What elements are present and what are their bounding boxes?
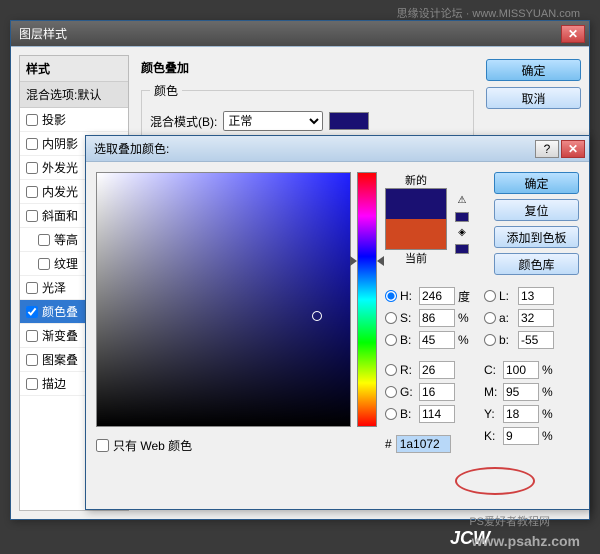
- bb-radio[interactable]: [385, 408, 397, 420]
- color-picker-dialog: 选取叠加颜色: ? ✕ 只有 Web 颜色 新的: [85, 135, 590, 510]
- y-input[interactable]: [503, 405, 539, 423]
- color-field-cursor: [312, 311, 322, 321]
- web-only-checkbox[interactable]: [96, 439, 109, 452]
- checkbox[interactable]: [38, 234, 50, 246]
- checkbox[interactable]: [26, 378, 38, 390]
- watermark-top: 思缘设计论坛 · www.MISSYUAN.com: [397, 5, 580, 21]
- checkbox[interactable]: [26, 354, 38, 366]
- color-picker-titlebar[interactable]: 选取叠加颜色: ? ✕: [86, 136, 589, 162]
- lab-b-radio[interactable]: [484, 334, 496, 346]
- s-input[interactable]: [419, 309, 455, 327]
- color-lib-button[interactable]: 颜色库: [494, 253, 579, 275]
- cube-icon[interactable]: ◈: [455, 226, 469, 240]
- sidebar-subheader[interactable]: 混合选项:默认: [20, 82, 128, 108]
- reset-button[interactable]: 复位: [494, 199, 579, 221]
- lab-b-input[interactable]: [518, 331, 554, 349]
- color-field[interactable]: [96, 172, 351, 427]
- hex-input[interactable]: [396, 435, 451, 453]
- checkbox[interactable]: [26, 210, 38, 222]
- g-input[interactable]: [419, 383, 455, 401]
- close-button[interactable]: ✕: [561, 140, 585, 158]
- b-radio[interactable]: [385, 334, 397, 346]
- checkbox[interactable]: [26, 330, 38, 342]
- l-label: L:: [499, 289, 515, 303]
- section-title: 颜色叠加: [141, 59, 474, 76]
- sidebar-header: 样式: [20, 56, 128, 82]
- color-swatch[interactable]: [329, 112, 369, 130]
- s-label: S:: [400, 311, 416, 325]
- l-input[interactable]: [518, 287, 554, 305]
- current-label: 当前: [405, 250, 427, 266]
- close-button[interactable]: ✕: [561, 25, 585, 43]
- hue-arrow-icon: [377, 256, 384, 266]
- g-label: G:: [400, 385, 416, 399]
- r-label: R:: [400, 363, 416, 377]
- ok-button[interactable]: 确定: [486, 59, 581, 81]
- ok-button[interactable]: 确定: [494, 172, 579, 194]
- h-label: H:: [400, 289, 416, 303]
- watermark-bottom2: PS爱好者教程网: [469, 513, 550, 529]
- style-item-shadow[interactable]: 投影: [20, 108, 128, 132]
- hue-arrow-icon: [350, 256, 357, 266]
- b-label: B:: [400, 333, 416, 347]
- a-label: a:: [499, 311, 515, 325]
- checkbox[interactable]: [26, 186, 38, 198]
- lab-b-label: b:: [499, 333, 515, 347]
- y-label: Y:: [484, 407, 500, 421]
- s-radio[interactable]: [385, 312, 397, 324]
- layer-style-titlebar[interactable]: 图层样式 ✕: [11, 21, 589, 47]
- r-input[interactable]: [419, 361, 455, 379]
- h-radio[interactable]: [385, 290, 397, 302]
- watermark-bottom: www.psahz.com: [472, 533, 580, 549]
- add-swatch-button[interactable]: 添加到色板: [494, 226, 579, 248]
- m-input[interactable]: [503, 383, 539, 401]
- c-label: C:: [484, 363, 500, 377]
- l-radio[interactable]: [484, 290, 496, 302]
- color-preview: [385, 188, 447, 250]
- layer-style-title: 图层样式: [15, 25, 559, 42]
- checkbox[interactable]: [26, 306, 38, 318]
- blend-mode-label: 混合模式(B):: [150, 113, 217, 130]
- bb-label: B:: [400, 407, 416, 421]
- k-input[interactable]: [503, 427, 539, 445]
- a-input[interactable]: [518, 309, 554, 327]
- r-radio[interactable]: [385, 364, 397, 376]
- h-input[interactable]: [419, 287, 455, 305]
- websafe-color-swatch[interactable]: [455, 244, 469, 254]
- c-input[interactable]: [503, 361, 539, 379]
- current-color[interactable]: [386, 219, 446, 249]
- new-label: 新的: [405, 172, 427, 188]
- checkbox[interactable]: [26, 114, 38, 126]
- k-label: K:: [484, 429, 500, 443]
- help-button[interactable]: ?: [535, 140, 559, 158]
- b-input[interactable]: [419, 331, 455, 349]
- checkbox[interactable]: [26, 138, 38, 150]
- new-color: [386, 189, 446, 219]
- checkbox[interactable]: [26, 162, 38, 174]
- hex-label: #: [385, 437, 392, 451]
- checkbox[interactable]: [26, 282, 38, 294]
- warning-icon[interactable]: ⚠: [455, 194, 469, 208]
- web-only-label: 只有 Web 颜色: [113, 437, 192, 454]
- cancel-button[interactable]: 取消: [486, 87, 581, 109]
- a-radio[interactable]: [484, 312, 496, 324]
- blend-mode-select[interactable]: 正常: [223, 111, 323, 131]
- hue-slider[interactable]: [357, 172, 377, 427]
- nearest-color-swatch[interactable]: [455, 212, 469, 222]
- m-label: M:: [484, 385, 500, 399]
- bb-input[interactable]: [419, 405, 455, 423]
- fieldset-legend: 颜色: [150, 82, 182, 99]
- g-radio[interactable]: [385, 386, 397, 398]
- checkbox[interactable]: [38, 258, 50, 270]
- color-picker-title: 选取叠加颜色:: [90, 140, 533, 157]
